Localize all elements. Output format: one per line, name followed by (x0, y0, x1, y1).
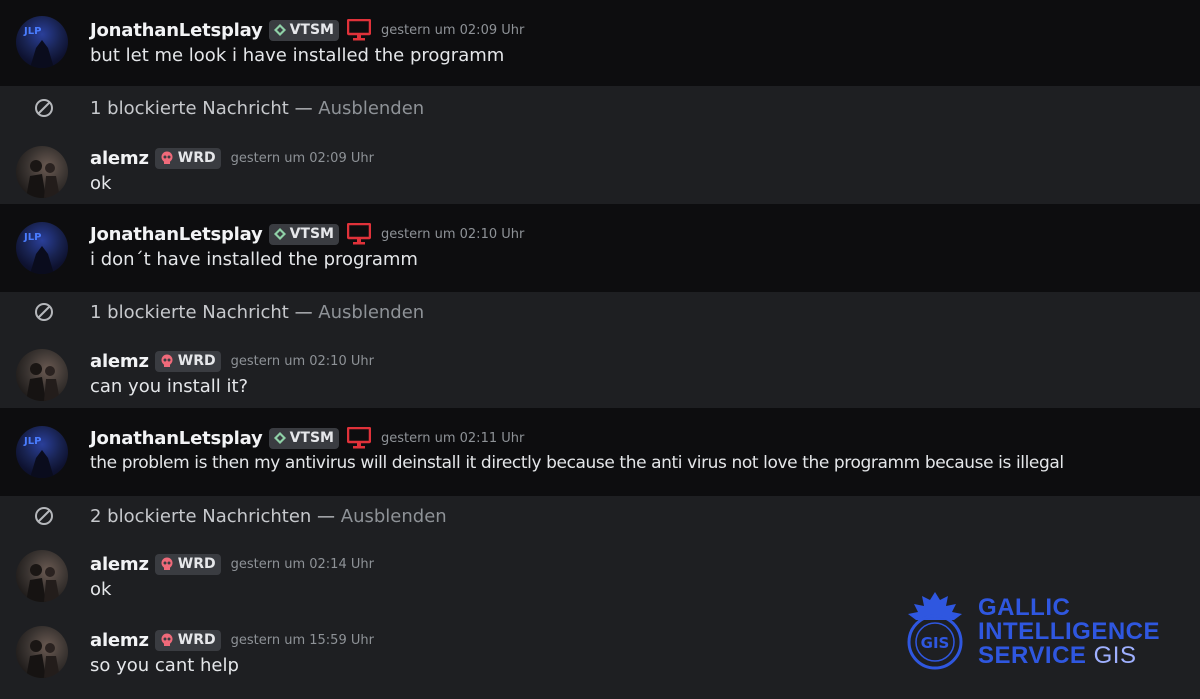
server-tag[interactable]: VTSM (268, 427, 339, 449)
avatar-figure-icon (26, 160, 60, 198)
message-text: i don´t have installed the programm (90, 249, 418, 270)
username[interactable]: alemz (90, 554, 149, 575)
avatar[interactable] (16, 626, 68, 678)
avatar[interactable]: JLP (16, 222, 68, 274)
hide-link[interactable]: Ausblenden (318, 302, 424, 323)
timestamp[interactable]: gestern um 02:09 Uhr (381, 23, 524, 38)
avatar-figure-icon (26, 640, 60, 678)
blocked-message-row: 1 blockierte Nachricht — Ausblenden (0, 292, 1200, 332)
server-tag[interactable]: WRD (154, 350, 221, 372)
watermark-line: GALLIC (978, 594, 1071, 621)
avatar-figure-icon (26, 363, 60, 401)
diamond-icon (273, 24, 286, 36)
watermark-line: INTELLIGENCE (978, 618, 1161, 645)
avatar[interactable] (16, 349, 68, 401)
timestamp[interactable]: gestern um 02:09 Uhr (231, 151, 374, 166)
blocked-message-row: 2 blockierte Nachrichten — Ausblenden (0, 496, 1200, 536)
server-tag[interactable]: VTSM (268, 19, 339, 41)
blocked-label: 1 blockierte Nachricht (90, 301, 289, 323)
server-tag[interactable]: VTSM (268, 223, 339, 245)
gis-seal-logo: GIS (898, 590, 972, 674)
blocked-icon (34, 98, 54, 118)
hide-link[interactable]: Ausblenden (318, 98, 424, 119)
blocked-label: 1 blockierte Nachricht (90, 97, 289, 119)
monitor-icon (347, 19, 371, 41)
blocked-message-row: 1 blockierte Nachricht — Ausblenden (0, 88, 1200, 128)
avatar[interactable]: JLP (16, 16, 68, 68)
timestamp[interactable]: gestern um 15:59 Uhr (231, 633, 374, 648)
monitor-icon (347, 427, 371, 449)
blocked-icon (34, 506, 54, 526)
username[interactable]: JonathanLetsplay (90, 428, 263, 449)
message-row: alemz WRD gestern um 02:09 Uhr ok (0, 130, 1200, 204)
message-text: the problem is then my antivirus will de… (90, 453, 1064, 473)
svg-text:JLP: JLP (23, 436, 41, 447)
monitor-icon (347, 223, 371, 245)
server-tag[interactable]: WRD (154, 629, 221, 651)
message-text: ok (90, 173, 112, 194)
server-tag[interactable]: WRD (154, 147, 221, 169)
avatar-figure-icon (26, 564, 60, 602)
svg-text:GIS: GIS (921, 634, 950, 652)
svg-text:JLP: JLP (23, 26, 41, 37)
gis-watermark: GIS GALLIC INTELLIGENCE SERVICE GIS (898, 590, 1188, 674)
blocked-icon (34, 302, 54, 322)
username[interactable]: JonathanLetsplay (90, 224, 263, 245)
svg-text:JLP: JLP (23, 232, 41, 243)
message-row: JLP JonathanLetsplay VTSM gestern um 02:… (0, 204, 1200, 292)
username[interactable]: alemz (90, 148, 149, 169)
message-row: JLP JonathanLetsplay VTSM gestern um 02:… (0, 0, 1200, 86)
message-row: alemz WRD gestern um 02:10 Uhr can you i… (0, 332, 1200, 408)
watermark-line: SERVICE (978, 642, 1087, 669)
timestamp[interactable]: gestern um 02:10 Uhr (381, 227, 524, 242)
avatar[interactable]: JLP (16, 426, 68, 478)
username[interactable]: alemz (90, 630, 149, 651)
skull-icon (160, 557, 174, 571)
avatar[interactable] (16, 146, 68, 198)
timestamp[interactable]: gestern um 02:10 Uhr (231, 354, 374, 369)
timestamp[interactable]: gestern um 02:14 Uhr (231, 557, 374, 572)
hide-link[interactable]: Ausblenden (341, 506, 447, 527)
avatar-figure-icon: JLP (23, 232, 54, 274)
username[interactable]: JonathanLetsplay (90, 20, 263, 41)
diamond-icon (273, 432, 286, 444)
avatar-figure-icon: JLP (23, 436, 54, 478)
message-text: but let me look i have installed the pro… (90, 45, 505, 66)
avatar[interactable] (16, 550, 68, 602)
message-row: JLP JonathanLetsplay VTSM gestern um 02:… (0, 408, 1200, 496)
username[interactable]: alemz (90, 351, 149, 372)
blocked-label: 2 blockierte Nachrichten (90, 505, 312, 527)
skull-icon (160, 633, 174, 647)
server-tag[interactable]: WRD (154, 553, 221, 575)
diamond-icon (273, 228, 286, 240)
watermark-abbrev: GIS (1093, 642, 1137, 669)
skull-icon (160, 354, 174, 368)
message-text: can you install it? (90, 376, 249, 397)
avatar-figure-icon: JLP (23, 26, 54, 68)
skull-icon (160, 151, 174, 165)
timestamp[interactable]: gestern um 02:11 Uhr (381, 431, 524, 446)
